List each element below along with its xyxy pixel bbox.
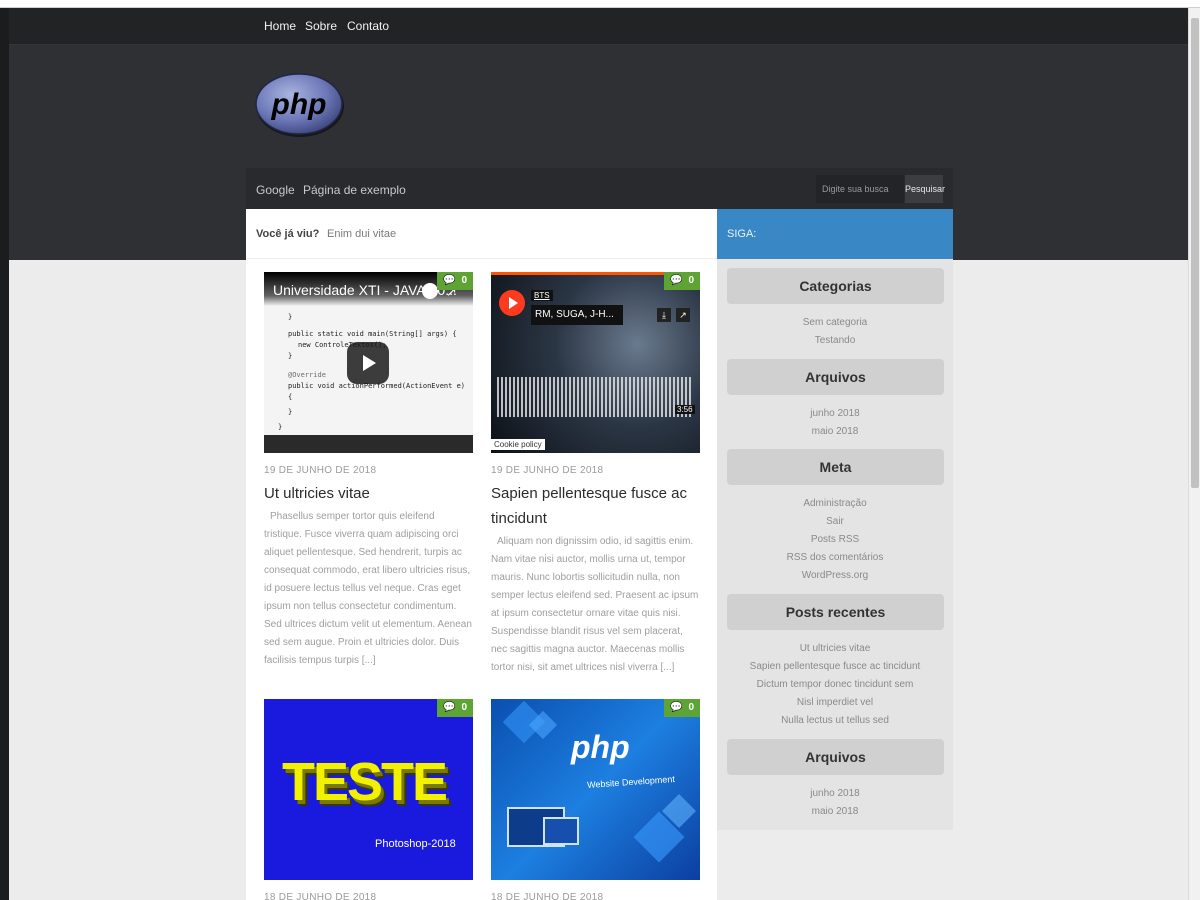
post-thumbnail[interactable]: TESTE Photoshop-2018 💬 0: [264, 699, 473, 880]
comment-count-badge[interactable]: 💬 0: [436, 272, 473, 290]
post-card: TESTE Photoshop-2018 💬 0 18 DE JUNHO DE 2…: [264, 699, 473, 900]
scrollbar-thumb[interactable]: [1191, 18, 1199, 488]
widget-title-categorias: Categorias: [727, 268, 944, 304]
recent-post-link[interactable]: Ut ultricies vitae: [717, 643, 953, 654]
meta-link[interactable]: RSS dos comentários: [717, 552, 953, 563]
meta-link[interactable]: Posts RSS: [717, 534, 953, 545]
website-development-caption: Website Development: [586, 773, 676, 791]
post-card: BTS RM, SUGA, J-H... ⤓ ↗ 3:56 Cookie pol…: [491, 272, 700, 677]
nav-home-link[interactable]: Home: [264, 19, 296, 33]
device-illustration: [543, 817, 579, 845]
video-taskbar: [264, 435, 473, 453]
comment-count-badge[interactable]: 💬 0: [663, 699, 700, 717]
meta-link[interactable]: Sair: [717, 516, 953, 527]
archive-link[interactable]: maio 2018: [717, 426, 953, 437]
video-thumbnail[interactable]: } public static void main(String[] args)…: [264, 272, 473, 453]
widget-title-posts-recentes: Posts recentes: [727, 594, 944, 630]
comment-bubble-icon: 💬: [669, 275, 683, 286]
main-content: Você já viu? Enim dui vitae } public sta…: [246, 209, 717, 900]
play-icon: [509, 297, 518, 309]
channel-name[interactable]: BTS: [531, 290, 553, 301]
browser-top-bar: [0, 0, 1200, 8]
left-window-edge: [0, 8, 9, 900]
play-button[interactable]: [347, 342, 389, 384]
nav-sobre-link[interactable]: Sobre: [305, 19, 337, 33]
post-date: 19 DE JUNHO DE 2018: [264, 465, 377, 476]
post-excerpt: Aliquam non dignissim odio, id sagittis …: [491, 536, 699, 673]
nav-pagina-exemplo-link[interactable]: Página de exemplo: [303, 183, 406, 197]
post-excerpt: Phasellus semper tortor quis eleifend tr…: [264, 511, 472, 666]
photoshop-caption: Photoshop-2018: [375, 838, 456, 850]
widget-title-meta: Meta: [727, 449, 944, 485]
scrollbar[interactable]: [1188, 8, 1200, 900]
svg-text:php: php: [271, 88, 327, 121]
post-card: php Website Development 💬 0 18 DE JUNHO D…: [491, 699, 700, 900]
php-logo[interactable]: php: [254, 72, 346, 138]
share-icon[interactable]: ↗: [676, 308, 690, 322]
meta-link[interactable]: Administração: [717, 498, 953, 509]
siga-bar: SIGA:: [717, 209, 953, 259]
widget-title-arquivos: Arquivos: [727, 359, 944, 395]
play-icon: [363, 355, 376, 371]
category-link[interactable]: Testando: [717, 335, 953, 346]
post-title[interactable]: Sapien pellentesque fusce ac tincidunt: [491, 481, 700, 531]
play-button[interactable]: [499, 290, 525, 316]
soundcloud-thumbnail[interactable]: BTS RM, SUGA, J-H... ⤓ ↗ 3:56 Cookie pol…: [491, 272, 700, 453]
post-card: } public static void main(String[] args)…: [264, 272, 473, 670]
cookie-policy-link[interactable]: Cookie policy: [491, 439, 545, 450]
widget-title-arquivos: Arquivos: [727, 739, 944, 775]
post-date: 19 DE JUNHO DE 2018: [491, 465, 604, 476]
category-link[interactable]: Sem categoria: [717, 317, 953, 328]
recent-post-link[interactable]: Nulla lectus ut tellus sed: [717, 715, 953, 726]
search-input[interactable]: Digite sua busca: [816, 175, 904, 203]
sidebar: SIGA: Categorias Sem categoria Testando …: [717, 209, 953, 830]
track-title[interactable]: RM, SUGA, J-H...: [531, 305, 623, 325]
comment-bubble-icon: 💬: [442, 702, 456, 713]
comment-bubble-icon: 💬: [442, 275, 456, 286]
seen-label: Você já viu?: [256, 228, 320, 240]
teste-text: TESTE: [282, 752, 448, 812]
post-date: 18 DE JUNHO DE 2018: [491, 892, 604, 900]
watch-later-icon[interactable]: [422, 283, 438, 299]
comment-count-badge[interactable]: 💬 0: [436, 699, 473, 717]
nav-contato-link[interactable]: Contato: [347, 19, 389, 33]
main-navigation: Google Página de exemplo Digite sua busc…: [246, 168, 953, 209]
top-navigation: Home Sobre Contato: [9, 8, 1188, 45]
waveform: [497, 377, 693, 417]
search-button[interactable]: Pesquisar: [905, 175, 945, 203]
post-title[interactable]: Ut ultricies vitae: [264, 481, 473, 506]
php-heading: php: [571, 729, 630, 765]
download-icon[interactable]: ⤓: [657, 308, 671, 322]
track-duration: 3:56: [675, 405, 695, 414]
comment-count-badge[interactable]: 💬 0: [663, 272, 700, 290]
nav-google-link[interactable]: Google: [256, 183, 295, 197]
archive-link[interactable]: junho 2018: [717, 408, 953, 419]
recent-post-link[interactable]: Nisl imperdiet vel: [717, 697, 953, 708]
post-thumbnail[interactable]: php Website Development 💬 0: [491, 699, 700, 880]
archive-link[interactable]: maio 2018: [717, 806, 953, 817]
comment-bubble-icon: 💬: [669, 702, 683, 713]
recent-post-link[interactable]: Sapien pellentesque fusce ac tincidunt: [717, 661, 953, 672]
meta-link[interactable]: WordPress.org: [717, 570, 953, 581]
seen-link[interactable]: Enim dui vitae: [327, 228, 396, 240]
seen-bar: Você já viu? Enim dui vitae: [246, 209, 717, 259]
archive-link[interactable]: junho 2018: [717, 788, 953, 799]
post-date: 18 DE JUNHO DE 2018: [264, 892, 377, 900]
recent-post-link[interactable]: Dictum tempor donec tincidunt sem: [717, 679, 953, 690]
